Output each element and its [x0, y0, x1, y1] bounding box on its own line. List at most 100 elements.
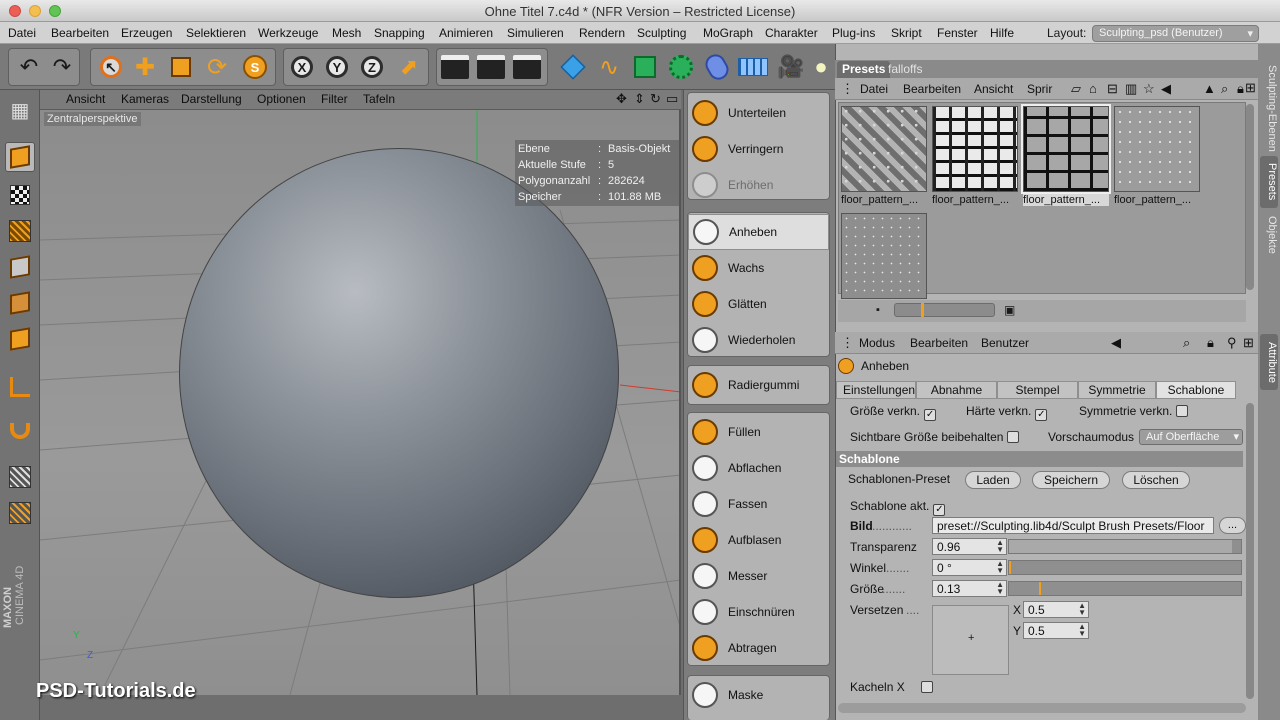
undo-icon[interactable]: ↶ — [12, 50, 46, 84]
menu-sculpting[interactable]: Sculpting — [637, 26, 686, 40]
search-icon[interactable]: ⌕ — [1221, 81, 1228, 97]
stepper-icon[interactable]: ▲ ▼ — [1078, 602, 1086, 617]
brush-fuellen[interactable]: Füllen — [688, 414, 829, 450]
model-mode-icon[interactable]: ▦ — [5, 95, 35, 125]
menu-fenster[interactable]: Fenster — [937, 26, 978, 40]
brush-verringern[interactable]: Verringern — [688, 131, 829, 167]
attr-menu-bearbeiten[interactable]: Bearbeiten — [910, 336, 968, 350]
tab-schablone[interactable]: Schablone — [1156, 381, 1236, 399]
vp-menu-ansicht[interactable]: Ansicht — [66, 92, 105, 106]
rotate-view-icon[interactable]: ↻ — [650, 91, 661, 107]
tab-stempel[interactable]: Stempel — [997, 381, 1078, 399]
sidetab-attribute[interactable]: Attribute — [1260, 334, 1278, 390]
nurbs-icon[interactable] — [628, 50, 662, 84]
brush-abtragen[interactable]: Abtragen — [688, 630, 829, 666]
locked-workplane-icon[interactable] — [5, 462, 35, 492]
menu-bearbeiten[interactable]: Bearbeiten — [51, 26, 109, 40]
preset-thumb[interactable]: floor_pattern_... — [841, 106, 927, 206]
slider-knob[interactable] — [921, 303, 924, 317]
attr-menu-benutzer[interactable]: Benutzer — [981, 336, 1029, 350]
back-icon[interactable]: ◀ — [1161, 81, 1171, 97]
library-icon[interactable]: ▥ — [1125, 81, 1137, 97]
brush-messer[interactable]: Messer — [688, 558, 829, 594]
vp-menu-darstellung[interactable]: Darstellung — [181, 92, 242, 106]
3d-viewport[interactable]: Zentralperspektive Ebene: Basis-Objekt Ak… — [40, 110, 681, 695]
render-view-icon[interactable] — [438, 50, 472, 84]
redo-icon[interactable]: ↷ — [45, 50, 79, 84]
stepper-icon[interactable]: ▲ ▼ — [1078, 623, 1086, 638]
versetzen-pad[interactable]: + — [932, 605, 1009, 675]
brush-radiergummi[interactable]: Radiergummi — [688, 367, 829, 403]
menu-animieren[interactable]: Animieren — [439, 26, 493, 40]
presets-scrollbar[interactable] — [1246, 104, 1254, 290]
tab-abnahme[interactable]: Abnahme — [916, 381, 997, 399]
menu-snapping[interactable]: Snapping — [374, 26, 425, 40]
menu-hilfe[interactable]: Hilfe — [990, 26, 1014, 40]
presets-menu-sprir[interactable]: Sprir — [1027, 82, 1052, 96]
symmetrie-verkn-checkbox[interactable] — [1176, 405, 1189, 417]
bild-browse-button[interactable]: ... — [1219, 517, 1246, 534]
brush-anheben[interactable]: Anheben — [688, 214, 829, 250]
menu-skript[interactable]: Skript — [891, 26, 922, 40]
sidetab-presets[interactable]: Presets — [1260, 156, 1278, 208]
sculpt-sphere[interactable] — [179, 148, 619, 598]
move-icon[interactable]: ✚ — [128, 50, 162, 84]
groesse-verkn-checkbox[interactable]: ✓ — [924, 409, 937, 421]
large-thumb-icon[interactable]: ▣ — [1004, 303, 1015, 317]
menu-plugins[interactable]: Plug-ins — [832, 26, 875, 40]
camera-icon[interactable]: 🎥 — [774, 50, 808, 84]
thumb-size-slider[interactable] — [894, 303, 995, 317]
rotate-icon[interactable]: ⟳ — [200, 50, 234, 84]
dolly-view-icon[interactable]: ⇕ — [634, 91, 645, 107]
brush-wiederholen[interactable]: Wiederholen — [688, 322, 829, 358]
schablone-section-header[interactable]: Schablone — [836, 451, 1243, 467]
back-icon[interactable]: ◀ — [1111, 335, 1121, 351]
menu-werkzeuge[interactable]: Werkzeuge — [258, 26, 318, 40]
sidetab-sculpting-ebenen[interactable]: Sculpting-Ebenen — [1260, 48, 1278, 168]
pan-view-icon[interactable]: ✥ — [616, 91, 627, 107]
preset-thumb[interactable]: floor_pattern_... — [932, 106, 1018, 206]
brush-unterteilen[interactable]: Unterteilen — [688, 95, 829, 131]
preset-thumb[interactable] — [841, 213, 927, 301]
axis-mode-icon[interactable] — [5, 372, 35, 402]
preset-thumb[interactable]: floor_pattern_... — [1114, 106, 1200, 206]
menu-mesh[interactable]: Mesh — [332, 26, 361, 40]
brush-fassen[interactable]: Fassen — [688, 486, 829, 522]
new-panel-icon[interactable]: ⊞ — [1245, 80, 1256, 96]
sichtbare-groesse-checkbox[interactable] — [1007, 431, 1020, 443]
magnet-icon[interactable] — [5, 416, 35, 446]
star-icon[interactable]: ☆ — [1143, 81, 1155, 97]
render-settings-icon[interactable] — [510, 50, 544, 84]
haerte-verkn-checkbox[interactable]: ✓ — [1035, 409, 1048, 421]
deformer-icon[interactable] — [700, 50, 734, 84]
vp-menu-kameras[interactable]: Kameras — [121, 92, 169, 106]
scale-icon[interactable] — [164, 50, 198, 84]
render-picture-icon[interactable] — [474, 50, 508, 84]
groesse-field[interactable]: 0.13 ▲ ▼ — [932, 580, 1007, 597]
versetzen-y-field[interactable]: 0.5 ▲ ▼ — [1023, 622, 1089, 639]
new-panel-icon[interactable]: ⊞ — [1243, 335, 1254, 351]
groesse-slider-knob[interactable] — [1039, 582, 1042, 595]
winkel-slider-knob[interactable] — [1009, 561, 1011, 574]
up-icon[interactable]: ▲ — [1203, 81, 1216, 96]
stepper-icon[interactable]: ▲ ▼ — [996, 581, 1004, 596]
brush-abflachen[interactable]: Abflachen — [688, 450, 829, 486]
array-icon[interactable] — [664, 50, 698, 84]
object-mode-icon[interactable] — [5, 142, 35, 172]
menu-simulieren[interactable]: Simulieren — [507, 26, 564, 40]
y-axis-icon[interactable]: Y — [320, 50, 354, 84]
menu-datei[interactable]: Datei — [8, 26, 36, 40]
maximize-view-icon[interactable]: ▭ — [666, 91, 678, 107]
database-icon[interactable]: ⊟ — [1107, 81, 1118, 97]
menu-rendern[interactable]: Rendern — [579, 26, 625, 40]
world-coordinates-icon[interactable]: ⬈ — [392, 50, 426, 84]
light-icon[interactable]: ● — [810, 50, 832, 84]
folder-icon[interactable]: ▱ — [1071, 81, 1081, 97]
select-arrow-icon[interactable]: ↖ — [94, 50, 128, 84]
cube-icon[interactable] — [556, 50, 590, 84]
preset-thumb-selected[interactable]: floor_pattern_... — [1021, 104, 1111, 206]
brush-aufblasen[interactable]: Aufblasen — [688, 522, 829, 558]
search-icon[interactable]: ⌕ — [1183, 335, 1190, 351]
edges-mode-icon[interactable] — [5, 288, 35, 318]
attr-menu-modus[interactable]: Modus — [859, 336, 895, 350]
